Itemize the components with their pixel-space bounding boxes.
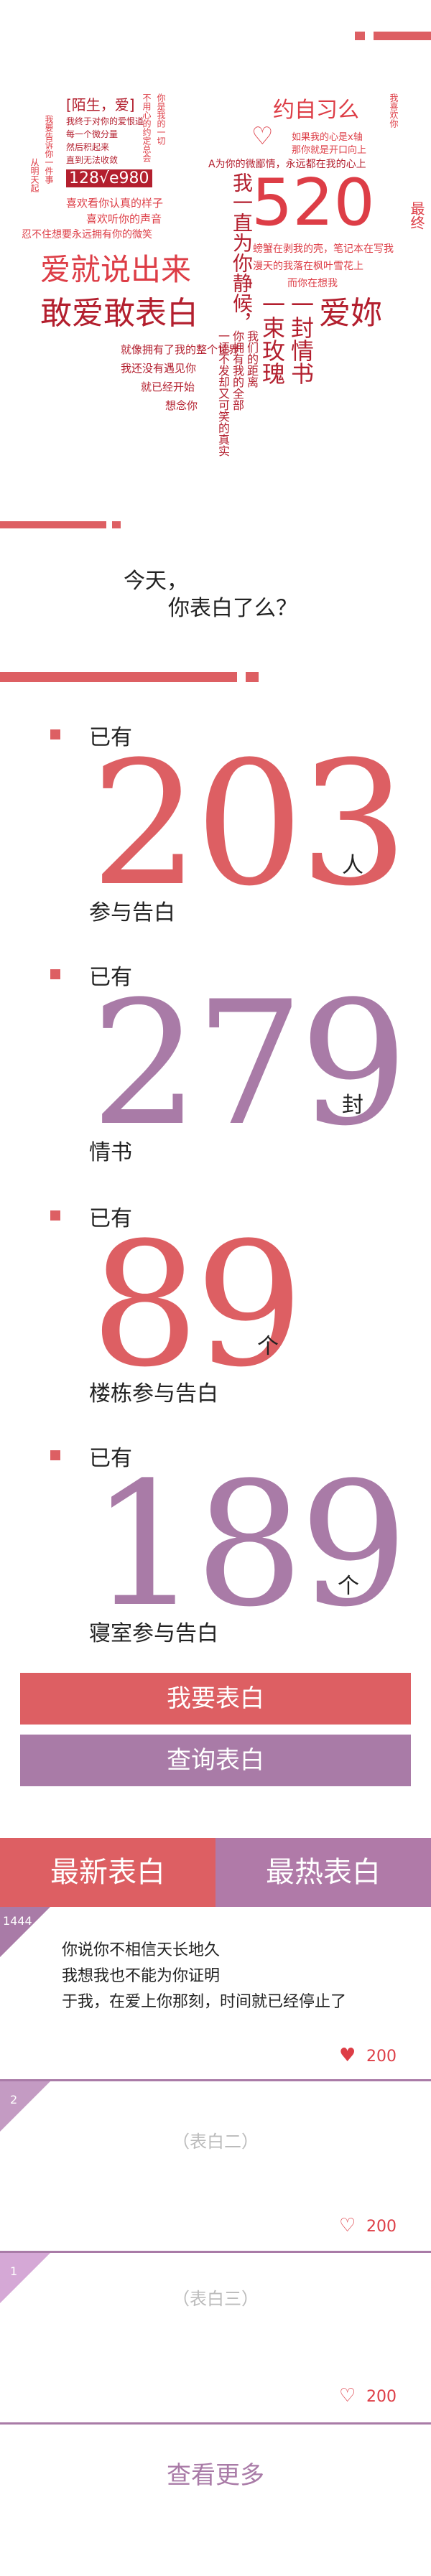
view-more-link[interactable]: 查看更多	[0, 2455, 431, 2491]
hero-text: 喜欢看你认真的样子	[66, 197, 164, 210]
card-message-line: 我想我也不能为你证明	[62, 1967, 221, 1985]
hero-text: 你是我的一切	[156, 93, 166, 145]
hero-text: 一束玫瑰	[259, 293, 286, 385]
hero-text: 我还没有遇见你	[121, 362, 197, 375]
hero-text: 520	[251, 165, 375, 241]
hero-text: 128√e980	[66, 169, 152, 187]
hero-text: 敢爱敢表白	[40, 295, 198, 332]
hero-text: 我们的距离	[245, 330, 259, 388]
hero-text: 那你就是开口向上	[292, 145, 367, 156]
top-deco-bar-small	[355, 32, 365, 40]
like-count: 200	[366, 2048, 397, 2066]
stat-number: 189	[91, 1446, 408, 1645]
stat-unit: 个	[338, 1574, 359, 1599]
question-line-2: 你表白了么？	[168, 596, 297, 621]
like-heart-icon[interactable]: ♥	[339, 2045, 356, 2066]
stat-bullet	[50, 969, 60, 979]
hero-text: 想念你	[165, 399, 198, 412]
hero-text: 爱妳	[319, 295, 382, 332]
hero-text: 漫天的我落在枫叶雪花上	[253, 261, 363, 272]
hero-text: 约自习么	[273, 98, 359, 123]
hero-word-cloud: [陌生，爱] 约自习么 我终于对你的爱恨道 每一个微分量 然后积起来 直到无法收…	[0, 72, 431, 503]
like-heart-icon[interactable]: ♡	[339, 2385, 356, 2407]
hero-text: 从明天起	[29, 158, 40, 192]
stat-label: 情书	[89, 1140, 132, 1165]
hero-text: 一封情书	[287, 293, 315, 385]
tab-latest[interactable]: 最新表白	[0, 1838, 216, 1907]
top-deco-bar	[374, 32, 431, 40]
tab-hottest[interactable]: 最热表白	[216, 1838, 431, 1907]
confession-card[interactable]: 2 （表白二） ♡ 200	[0, 2081, 431, 2251]
hero-text: 每一个微分量	[66, 129, 119, 139]
hero-text: 忍不住想要永远拥有你的微笑	[22, 229, 152, 241]
stat-bullet	[50, 1450, 60, 1460]
like-heart-icon[interactable]: ♡	[339, 2215, 356, 2236]
hero-text: 我终于对你的爱恨道	[66, 116, 144, 126]
stat-number: 89	[91, 1206, 304, 1405]
stat-label: 寝室参与告白	[89, 1621, 218, 1646]
card-id: 2	[10, 2093, 18, 2106]
hero-text: 我喜欢你	[389, 93, 399, 128]
hero-text: 如果我的心是x轴	[292, 132, 363, 143]
card-placeholder: （表白二）	[172, 2132, 259, 2152]
hero-heart-icon: ♡	[251, 122, 274, 151]
hero-text: [陌生，爱]	[66, 96, 135, 113]
mid-deco-bar-small	[112, 521, 121, 528]
hero-text: 然后积起来	[66, 142, 110, 152]
hero-text: 就已经开始	[141, 381, 195, 393]
stat-number: 203	[91, 725, 408, 924]
confession-card[interactable]: 1444 你说你不相信天长地久 我想我也不能为你证明 于我，在爱上你那刻，时间就…	[0, 1907, 431, 2079]
hero-text: 不用心的约定总会	[142, 93, 152, 162]
stat-bullet	[50, 729, 60, 739]
confession-card[interactable]: 1 （表白三） ♡ 200	[0, 2253, 431, 2422]
query-button[interactable]: 查询表白	[20, 1735, 411, 1786]
stat-label: 楼栋参与告白	[89, 1381, 218, 1406]
card-message-line: 你说你不相信天长地久	[62, 1941, 221, 1959]
card-message-line: 于我，在爱上你那刻，时间就已经停止了	[62, 1993, 347, 2011]
confess-button[interactable]: 我要表白	[20, 1673, 411, 1725]
stat-label: 参与告白	[89, 900, 175, 925]
mid-deco-bar	[0, 521, 106, 528]
stat-number: 279	[91, 965, 408, 1164]
hero-text: 螃蟹在剥我的壳，笔记本在写我	[253, 243, 394, 255]
card-id: 1444	[3, 1914, 32, 1928]
hero-text: 直到无法收敛	[66, 155, 119, 165]
lower-deco-bar	[0, 672, 237, 682]
hero-text: 爱就说出来	[40, 252, 192, 287]
hero-text: 我要告诉你一件事	[44, 115, 54, 184]
card-placeholder: （表白三）	[172, 2289, 259, 2309]
like-count: 200	[366, 2388, 397, 2406]
hero-text: 最终	[408, 201, 425, 230]
stat-unit: 个	[257, 1334, 279, 1359]
stat-bullet	[50, 1210, 60, 1221]
card-corner-badge	[0, 2081, 50, 2132]
stat-unit: 人	[342, 853, 363, 878]
card-divider	[0, 2422, 431, 2425]
hero-text: 喜欢听你的声音	[86, 213, 162, 225]
like-count: 200	[366, 2218, 397, 2236]
card-id: 1	[10, 2264, 18, 2278]
lower-deco-bar-small	[246, 672, 259, 682]
stat-unit: 封	[342, 1093, 363, 1118]
